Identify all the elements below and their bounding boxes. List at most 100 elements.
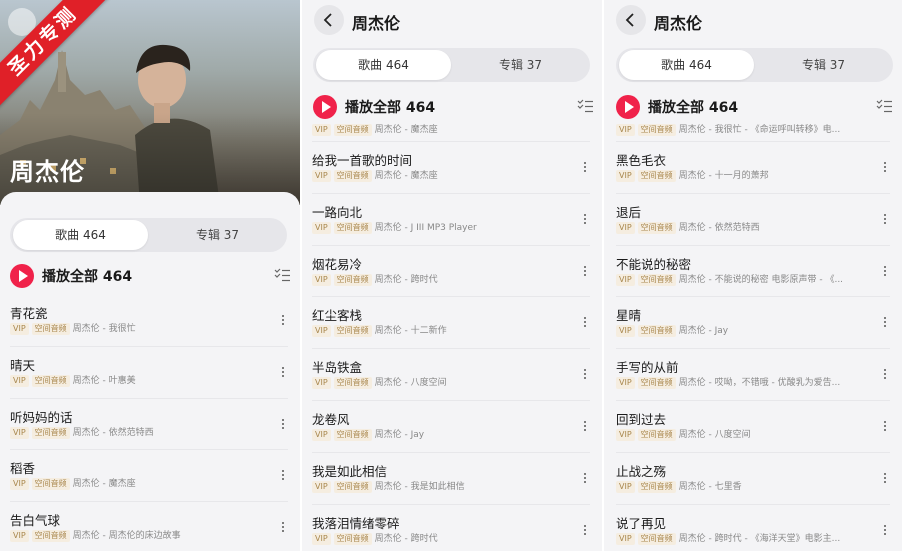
multi-select-icon[interactable] xyxy=(876,99,892,113)
more-icon[interactable] xyxy=(580,264,590,278)
song-row[interactable]: 星晴 VIP 空间音频 周杰伦 - Jay xyxy=(616,297,890,350)
spatial-audio-badge: 空间音频 xyxy=(333,325,372,338)
song-row[interactable]: 黑色毛衣 VIP 空间音频 周杰伦 - 十一月的萧邦 xyxy=(616,142,890,194)
song-row[interactable]: 红尘客栈 VIP 空间音频 周杰伦 - 十二新作 xyxy=(312,297,590,350)
song-row[interactable]: 给我一首歌的时间 VIP 空间音频 周杰伦 - 魔杰座 xyxy=(312,142,590,194)
song-meta: VIP 空间音频 周杰伦 - 八度空间 xyxy=(616,428,751,442)
song-row[interactable]: 回到过去 VIP 空间音频 周杰伦 - 八度空间 xyxy=(616,401,890,453)
tab-songs[interactable]: 歌曲 464 xyxy=(619,50,754,80)
vip-badge: VIP xyxy=(616,124,635,136)
more-icon[interactable] xyxy=(880,419,890,433)
tab-albums[interactable]: 专辑 37 xyxy=(150,220,285,250)
song-subtitle: 周杰伦 - 依然范特西 xyxy=(678,222,760,233)
vip-badge: VIP xyxy=(312,273,331,286)
song-row-partial[interactable]: VIP 空间音频 周杰伦 - 魔杰座 xyxy=(312,122,590,142)
song-row[interactable]: 说了再见 VIP 空间音频 周杰伦 - 跨时代 - 《海洋天堂》电影主... xyxy=(616,505,890,551)
more-icon[interactable] xyxy=(278,313,288,327)
vip-badge: VIP xyxy=(616,170,635,182)
chevron-left-icon xyxy=(625,13,634,27)
song-subtitle: 周杰伦 - 我是如此相信 xyxy=(374,481,465,492)
play-all-bar[interactable]: 播放全部 464 xyxy=(313,94,593,120)
spatial-audio-badge: 空间音频 xyxy=(333,428,372,441)
song-subtitle: 周杰伦 - 七里香 xyxy=(678,481,742,492)
song-row[interactable]: 我落泪情绪零碎 VIP 空间音频 周杰伦 - 跨时代 xyxy=(312,505,590,551)
song-row[interactable]: 我是如此相信 VIP 空间音频 周杰伦 - 我是如此相信 xyxy=(312,453,590,505)
song-meta: VIP 空间音频 周杰伦 - 十二新作 xyxy=(312,325,447,338)
song-subtitle: 周杰伦 - J III MP3 Player xyxy=(374,222,477,233)
play-all-bar[interactable]: 播放全部 464 xyxy=(10,263,290,289)
song-title: 烟花易冷 xyxy=(312,256,363,272)
play-icon[interactable] xyxy=(616,95,640,119)
song-subtitle: 周杰伦 - 我很忙 xyxy=(72,324,136,334)
more-icon[interactable] xyxy=(880,523,890,537)
more-icon[interactable] xyxy=(880,471,890,485)
spatial-audio-badge: 空间音频 xyxy=(333,377,372,390)
page-title: 周杰伦 xyxy=(654,14,703,33)
song-subtitle: 周杰伦 - 周杰伦的床边故事 xyxy=(72,531,181,542)
song-meta: VIP 空间音频 周杰伦 - 魔杰座 xyxy=(312,124,438,137)
artist-page-panel-1: 周杰伦 圣力专测 歌曲 464 专辑 37 播放全部 464 青花瓷 VIP 空间… xyxy=(0,0,300,551)
multi-select-icon[interactable] xyxy=(577,99,593,113)
spatial-audio-badge: 空间音频 xyxy=(637,532,676,545)
song-row[interactable]: 晴天 VIP 空间音频 周杰伦 - 叶惠美 xyxy=(10,347,288,399)
song-row[interactable]: 听妈妈的话 VIP 空间音频 周杰伦 - 依然范特西 xyxy=(10,399,288,451)
play-icon[interactable] xyxy=(313,95,337,119)
more-icon[interactable] xyxy=(580,160,590,174)
play-icon[interactable] xyxy=(10,264,34,288)
tab-songs[interactable]: 歌曲 464 xyxy=(13,220,148,250)
more-icon[interactable] xyxy=(278,468,288,482)
song-row[interactable]: 一路向北 VIP 空间音频 周杰伦 - J III MP3 Player xyxy=(312,194,590,246)
more-icon[interactable] xyxy=(880,160,890,174)
song-row[interactable]: 止战之殇 VIP 空间音频 周杰伦 - 七里香 xyxy=(616,453,890,505)
more-icon[interactable] xyxy=(580,315,590,329)
song-row[interactable]: 手写的从前 VIP 空间音频 周杰伦 - 哎呦，不错哦 - 优酸乳为爱告... xyxy=(616,349,890,401)
more-icon[interactable] xyxy=(580,523,590,537)
song-sheet: 歌曲 464 专辑 37 播放全部 464 青花瓷 VIP 空间音频 周杰伦 - 我… xyxy=(0,192,300,551)
vip-badge: VIP xyxy=(312,170,331,182)
song-row[interactable]: 龙卷风 VIP 空间音频 周杰伦 - Jay xyxy=(312,401,590,453)
song-row[interactable]: 退后 VIP 空间音频 周杰伦 - 依然范特西 xyxy=(616,194,890,246)
song-row[interactable]: 稻香 VIP 空间音频 周杰伦 - 魔杰座 xyxy=(10,450,288,503)
spatial-audio-badge: 空间音频 xyxy=(637,428,676,441)
multi-select-icon[interactable] xyxy=(274,268,290,282)
song-row[interactable]: 青花瓷 VIP 空间音频 周杰伦 - 我很忙 xyxy=(10,295,288,347)
song-title: 给我一首歌的时间 xyxy=(312,153,413,168)
more-icon[interactable] xyxy=(880,212,890,226)
spatial-audio-badge: 空间音频 xyxy=(333,532,372,545)
spatial-audio-badge: 空间音频 xyxy=(637,325,676,338)
song-row-partial[interactable]: VIP 空间音频 周杰伦 - 我很忙 - 《命运呼叫转移》电... xyxy=(616,122,890,142)
more-icon[interactable] xyxy=(880,264,890,278)
more-icon[interactable] xyxy=(278,520,288,534)
song-row[interactable]: 不能说的秘密 VIP 空间音频 周杰伦 - 不能说的秘密 电影原声带 - 《... xyxy=(616,246,890,298)
song-meta: VIP 空间音频 周杰伦 - 八度空间 xyxy=(312,377,447,390)
vip-badge: VIP xyxy=(616,325,635,338)
song-row[interactable]: 告白气球 VIP 空间音频 周杰伦 - 周杰伦的床边故事 xyxy=(10,502,288,551)
more-icon[interactable] xyxy=(278,417,288,431)
song-title: 止战之殇 xyxy=(616,463,667,479)
play-all-bar[interactable]: 播放全部 464 xyxy=(616,94,892,120)
more-icon[interactable] xyxy=(580,419,590,433)
more-icon[interactable] xyxy=(580,212,590,226)
song-title: 退后 xyxy=(616,204,642,220)
song-title: 晴天 xyxy=(10,357,36,373)
more-icon[interactable] xyxy=(880,367,890,381)
song-row[interactable]: 半岛铁盒 VIP 空间音频 周杰伦 - 八度空间 xyxy=(312,349,590,401)
song-title: 告白气球 xyxy=(10,513,61,529)
tab-albums[interactable]: 专辑 37 xyxy=(756,50,891,80)
tab-songs[interactable]: 歌曲 464 xyxy=(316,50,451,80)
song-subtitle: 周杰伦 - 跨时代 xyxy=(374,533,438,544)
back-button[interactable] xyxy=(314,5,344,35)
artist-page-panel-3: 周杰伦 歌曲 464 专辑 37 播放全部 464 VIP 空间音频 周杰伦 - 我… xyxy=(604,0,902,551)
tab-albums[interactable]: 专辑 37 xyxy=(453,50,588,80)
more-icon[interactable] xyxy=(880,315,890,329)
song-meta: VIP 空间音频 周杰伦 - 跨时代 xyxy=(312,273,438,287)
more-icon[interactable] xyxy=(580,367,590,381)
song-title: 黑色毛衣 xyxy=(616,153,667,168)
back-button[interactable] xyxy=(616,5,646,35)
more-icon[interactable] xyxy=(580,471,590,485)
tab-bar: 歌曲 464 专辑 37 xyxy=(616,48,893,82)
song-title: 我落泪情绪零碎 xyxy=(312,515,400,531)
more-icon[interactable] xyxy=(278,365,288,379)
song-row[interactable]: 烟花易冷 VIP 空间音频 周杰伦 - 跨时代 xyxy=(312,246,590,298)
song-subtitle: 周杰伦 - 叶惠美 xyxy=(72,375,136,386)
